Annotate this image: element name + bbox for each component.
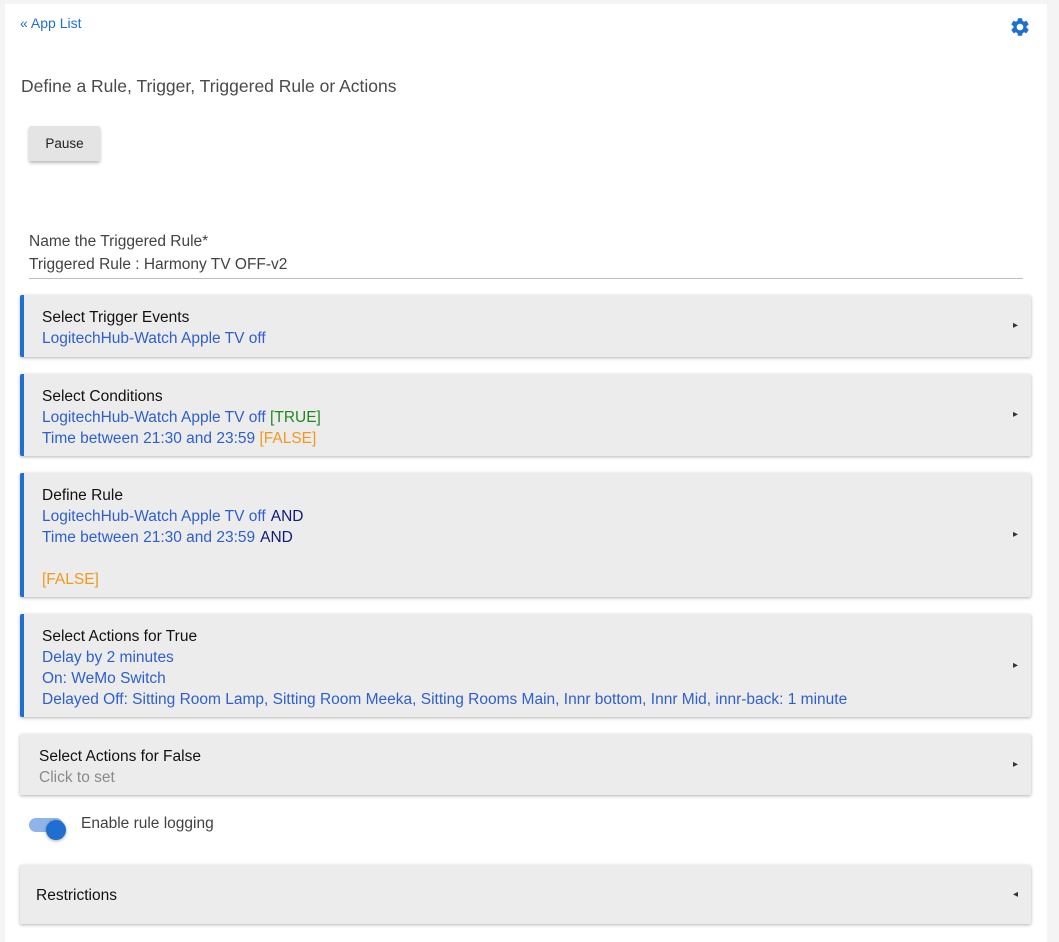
rule-result: [FALSE] <box>42 571 99 588</box>
pause-button[interactable]: Pause <box>29 126 100 161</box>
actions-false-title: Select Actions for False <box>39 748 201 765</box>
conditions-title: Select Conditions <box>42 388 163 405</box>
trigger-event-item: LogitechHub-Watch Apple TV off <box>42 330 266 347</box>
condition-status-true: [TRUE] <box>270 409 321 426</box>
condition-text: LogitechHub-Watch Apple TV off <box>42 409 271 426</box>
page-title: Define a Rule, Trigger, Triggered Rule o… <box>21 76 397 96</box>
define-rule-section[interactable]: Define Rule LogitechHub-Watch Apple TV o… <box>20 473 1031 597</box>
condition-item: Time between 21:30 and 23:59 [FALSE] <box>42 428 991 449</box>
define-rule-title: Define Rule <box>42 487 123 504</box>
rule-name-field[interactable]: Name the Triggered Rule* Triggered Rule … <box>29 231 1023 279</box>
trigger-events-section[interactable]: Select Trigger Events LogitechHub-Watch … <box>20 295 1031 357</box>
rule-name-value[interactable]: Triggered Rule : Harmony TV OFF-v2 <box>29 256 1023 274</box>
trigger-events-title: Select Trigger Events <box>42 309 190 326</box>
expand-arrow-icon: ▸ <box>1012 409 1018 420</box>
rule-operator: AND <box>270 508 304 525</box>
action-item: Delay by 2 minutes <box>42 649 174 666</box>
condition-status-false: [FALSE] <box>259 430 317 447</box>
toggle-knob[interactable] <box>46 820 66 840</box>
action-item: On: WeMo Switch <box>42 670 166 687</box>
actions-true-section[interactable]: Select Actions for True Delay by 2 minut… <box>20 614 1031 717</box>
gear-icon[interactable] <box>1009 16 1031 38</box>
rule-logging-label: Enable rule logging <box>81 815 214 832</box>
rule-clause-text: Time between 21:30 and 23:59 <box>42 529 256 546</box>
condition-item: LogitechHub-Watch Apple TV off [TRUE] <box>42 407 991 428</box>
rule-logging-toggle[interactable] <box>29 818 66 840</box>
restrictions-title: Restrictions <box>36 887 117 904</box>
expand-arrow-icon: ▸ <box>1012 320 1018 331</box>
condition-text: Time between 21:30 and 23:59 <box>42 430 260 447</box>
rule-clause-text: LogitechHub-Watch Apple TV off <box>42 508 266 525</box>
app-page: « App List Define a Rule, Trigger, Trigg… <box>5 4 1047 942</box>
restrictions-section[interactable]: Restrictions ◂ <box>20 865 1031 924</box>
action-item: Delayed Off: Sitting Room Lamp, Sitting … <box>42 691 848 708</box>
rule-logging-toggle-row: Enable rule logging <box>29 813 429 840</box>
expand-arrow-icon: ▸ <box>1012 659 1018 671</box>
actions-false-section[interactable]: Select Actions for False Click to set ▸ <box>20 734 1031 795</box>
rule-spacer <box>42 548 991 569</box>
expand-arrow-icon: ▸ <box>1012 758 1018 770</box>
rule-clause: Time between 21:30 and 23:59 AND <box>42 527 991 548</box>
app-list-link[interactable]: « App List <box>20 15 82 31</box>
rule-operator: AND <box>260 529 293 546</box>
rule-clause: LogitechHub-Watch Apple TV off AND <box>42 506 991 527</box>
actions-true-title: Select Actions for True <box>42 628 198 645</box>
collapse-arrow-icon: ◂ <box>1012 888 1018 900</box>
actions-false-placeholder: Click to set <box>39 769 115 786</box>
rule-name-label: Name the Triggered Rule* <box>29 233 209 250</box>
conditions-section[interactable]: Select Conditions LogitechHub-Watch Appl… <box>20 374 1031 456</box>
expand-arrow-icon: ▸ <box>1012 529 1018 540</box>
